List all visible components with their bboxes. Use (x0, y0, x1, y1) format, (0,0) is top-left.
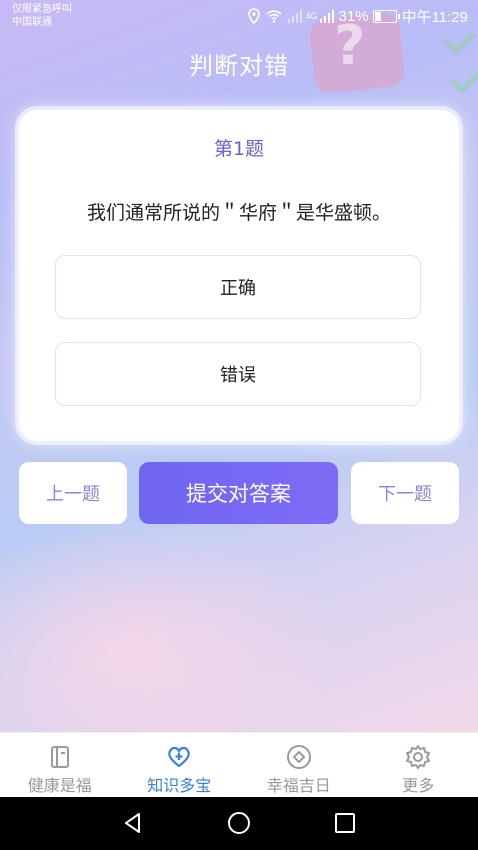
signal-icon (287, 10, 302, 23)
carrier-line1: 仅限紧急呼叫 (12, 4, 72, 15)
question-number: 第1题 (213, 138, 265, 160)
question-card: 第1题 我们通常所说的＂华府＂是华盛顿。 正确 错误 (19, 110, 459, 441)
network-type: 4G (305, 11, 318, 21)
page-title: 判断对错 (189, 52, 289, 80)
tab-health[interactable]: 健康是福 (0, 733, 120, 798)
tab-knowledge[interactable]: 知识多宝 (120, 733, 240, 798)
book-icon (50, 746, 69, 768)
status-icons: 4G 31% 中午11:29 (246, 6, 468, 26)
diamond-circle-icon (286, 745, 311, 769)
carrier-line2: 中国联通 (12, 17, 52, 28)
next-question-button[interactable]: 下一题 (351, 462, 459, 524)
tab-lucky-days[interactable]: 幸福吉日 (239, 733, 359, 798)
recents-icon[interactable] (333, 811, 357, 835)
tab-label: 健康是福 (27, 776, 92, 795)
back-icon[interactable] (121, 811, 145, 835)
tab-label: 幸福吉日 (266, 776, 331, 795)
clock: 中午11:29 (401, 8, 468, 26)
submit-answer-button[interactable]: 提交对答案 (139, 462, 338, 524)
tab-label: 知识多宝 (147, 776, 212, 795)
gear-icon (406, 745, 431, 769)
option-true[interactable]: 正确 (55, 255, 421, 319)
location-icon (247, 8, 260, 24)
home-icon[interactable] (227, 811, 251, 835)
tab-label: 更多 (402, 776, 435, 795)
bottom-tab-bar: 健康是福 知识多宝 幸福吉日 更多 (0, 732, 478, 798)
wifi-icon (265, 10, 282, 23)
tab-more[interactable]: 更多 (359, 733, 478, 798)
signal-icon (319, 10, 334, 23)
system-nav-bar (0, 797, 478, 850)
question-text: 我们通常所说的＂华府＂是华盛顿。 (86, 202, 391, 224)
heart-plus-icon (168, 746, 191, 768)
prev-question-button[interactable]: 上一题 (19, 462, 127, 524)
carrier-info: 仅限紧急呼叫 中国联通 (12, 3, 72, 29)
status-bar: 仅限紧急呼叫 中国联通 4G 31% 中午11:29 (0, 0, 478, 34)
battery-percent: 31% (338, 7, 369, 25)
option-false[interactable]: 错误 (55, 342, 421, 406)
battery-icon (372, 9, 400, 23)
